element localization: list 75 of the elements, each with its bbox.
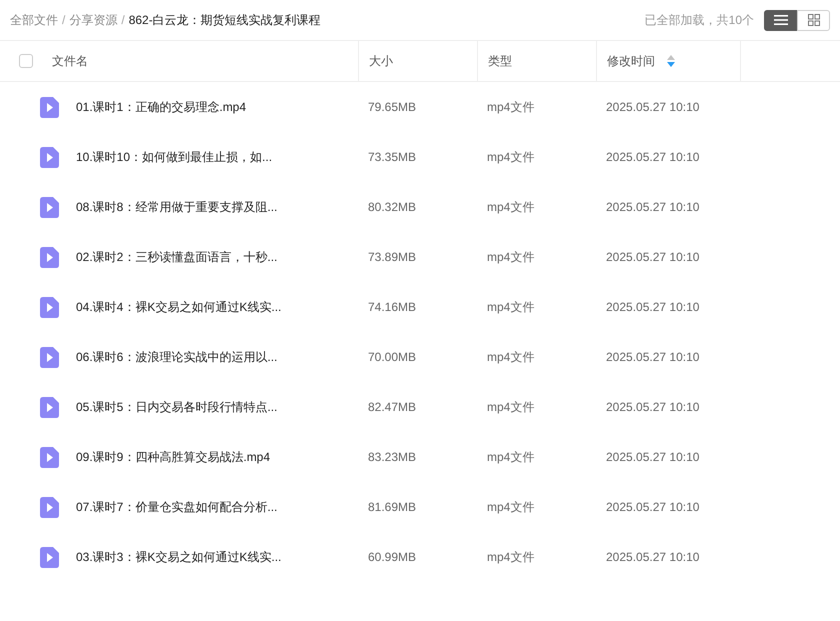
file-row[interactable]: 09.课时9：四种高胜算交易战法.mp4 83.23MB mp4文件 2025.05.27 10:10 — [0, 432, 840, 482]
file-name[interactable]: 01.课时1：正确的交易理念.mp4 — [76, 98, 246, 116]
file-size: 74.16MB — [367, 299, 418, 316]
file-size: 60.99MB — [367, 549, 418, 566]
modified-time: 2025.05.27 10:10 — [605, 149, 700, 166]
video-file-icon — [40, 196, 59, 218]
file-row[interactable]: 05.课时5：日内交易各时段行情特点... 82.47MB mp4文件 2025.05.27 10:10 — [0, 382, 840, 432]
file-name[interactable]: 02.课时2：三秒读懂盘面语言，十秒... — [76, 248, 278, 266]
file-type: mp4文件 — [486, 399, 536, 416]
modified-time: 2025.05.27 10:10 — [605, 299, 700, 316]
modified-time: 2025.05.27 10:10 — [605, 499, 700, 516]
file-row[interactable]: 03.课时3：裸K交易之如何通过K线实... 60.99MB mp4文件 2025.05.27 10:10 — [0, 532, 840, 582]
file-type: mp4文件 — [486, 499, 536, 516]
file-name[interactable]: 08.课时8：经常用做于重要支撑及阻... — [76, 198, 278, 216]
video-file-icon — [40, 396, 59, 418]
video-file-icon — [40, 346, 59, 368]
select-all-checkbox[interactable] — [19, 54, 33, 68]
modified-time: 2025.05.27 10:10 — [605, 199, 700, 216]
file-size: 81.69MB — [367, 499, 418, 516]
breadcrumb-separator: / — [121, 12, 125, 29]
column-header[interactable]: 文件名 — [52, 52, 88, 70]
file-size: 73.35MB — [367, 149, 418, 166]
video-file-icon — [40, 246, 59, 268]
file-size: 70.00MB — [367, 349, 418, 366]
file-type: mp4文件 — [486, 449, 536, 466]
file-row[interactable]: 07.课时7：价量仓实盘如何配合分析... 81.69MB mp4文件 2025.05.27 10:10 — [0, 482, 840, 532]
file-size: 80.32MB — [367, 199, 418, 216]
modified-time: 2025.05.27 10:10 — [605, 449, 700, 466]
video-file-icon — [40, 446, 59, 468]
file-type: mp4文件 — [486, 199, 536, 216]
sort-icon[interactable] — [667, 55, 675, 67]
column-header[interactable]: 类型 — [488, 52, 512, 70]
file-name[interactable]: 10.课时10：如何做到最佳止损，如... — [76, 148, 272, 166]
breadcrumb-link[interactable]: 全部文件 — [10, 11, 58, 29]
modified-time: 2025.05.27 10:10 — [605, 349, 700, 366]
file-row[interactable]: 10.课时10：如何做到最佳止损，如... 73.35MB mp4文件 2025.05.27 10:10 — [0, 132, 840, 182]
file-type: mp4文件 — [486, 149, 536, 166]
file-type: mp4文件 — [486, 549, 536, 566]
file-row[interactable]: 08.课时8：经常用做于重要支撑及阻... 80.32MB mp4文件 2025.05.27 10:10 — [0, 182, 840, 232]
file-name[interactable]: 07.课时7：价量仓实盘如何配合分析... — [76, 498, 278, 516]
column-header[interactable]: 大小 — [369, 52, 393, 70]
file-name[interactable]: 04.课时4：裸K交易之如何通过K线实... — [76, 298, 282, 316]
modified-time: 2025.05.27 10:10 — [605, 249, 700, 266]
file-row[interactable]: 04.课时4：裸K交易之如何通过K线实... 74.16MB mp4文件 2025.05.27 10:10 — [0, 282, 840, 332]
modified-time: 2025.05.27 10:10 — [605, 399, 700, 416]
file-size: 79.65MB — [367, 99, 418, 116]
view-toggle-button[interactable] — [764, 10, 797, 30]
column-header[interactable]: 修改时间 — [607, 52, 655, 70]
video-file-icon — [40, 146, 59, 168]
file-row[interactable]: 01.课时1：正确的交易理念.mp4 79.65MB mp4文件 2025.05.27 10:10 — [0, 82, 840, 132]
file-name[interactable]: 05.课时5：日内交易各时段行情特点... — [76, 398, 278, 416]
file-size: 82.47MB — [367, 399, 418, 416]
breadcrumb-current: 862-白云龙：期货短线实战复利课程 — [128, 12, 321, 29]
file-type: mp4文件 — [486, 299, 536, 316]
file-name[interactable]: 06.课时6：波浪理论实战中的运用以... — [76, 348, 278, 366]
list-icon — [774, 14, 788, 26]
file-type: mp4文件 — [486, 249, 536, 266]
file-row[interactable]: 02.课时2：三秒读懂盘面语言，十秒... 73.89MB mp4文件 2025.05.27 10:10 — [0, 232, 840, 282]
file-size: 83.23MB — [367, 449, 418, 466]
video-file-icon — [40, 546, 59, 568]
load-status: 已全部加载，共10个 — [644, 12, 754, 29]
file-row[interactable]: 06.课时6：波浪理论实战中的运用以... 70.00MB mp4文件 2025.05.27 10:10 — [0, 332, 840, 382]
file-size: 73.89MB — [367, 249, 418, 266]
breadcrumb-separator: / — [62, 12, 66, 29]
file-name[interactable]: 09.课时9：四种高胜算交易战法.mp4 — [76, 448, 270, 466]
file-type: mp4文件 — [486, 349, 536, 366]
file-name[interactable]: 03.课时3：裸K交易之如何通过K线实... — [76, 548, 282, 566]
grid-icon — [808, 14, 820, 26]
breadcrumb-link[interactable]: 分享资源 — [69, 11, 118, 29]
file-type: mp4文件 — [486, 99, 536, 116]
video-file-icon — [40, 496, 59, 518]
video-file-icon — [40, 296, 59, 318]
modified-time: 2025.05.27 10:10 — [605, 549, 700, 566]
modified-time: 2025.05.27 10:10 — [605, 99, 700, 116]
video-file-icon — [40, 96, 59, 118]
